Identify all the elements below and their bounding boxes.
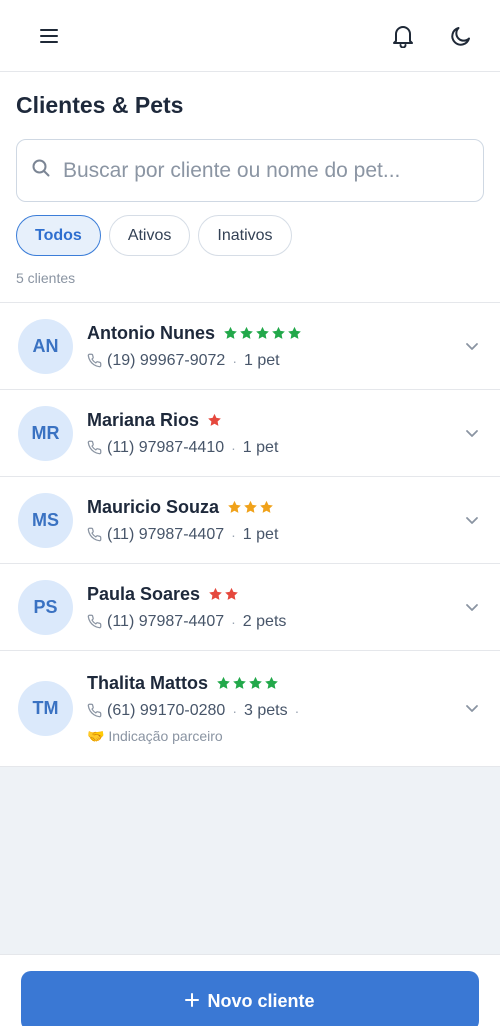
avatar: MR <box>18 405 73 461</box>
pet-count: 2 pets <box>242 612 287 630</box>
list-header: Clientes & Pets Todos Ativos Inativos 5 … <box>0 72 500 303</box>
phone-icon <box>87 614 102 629</box>
page-title: Clientes & Pets <box>16 92 184 118</box>
client-row[interactable]: MR Mariana Rios (11) 97987-4410 · 1 pet <box>0 390 500 477</box>
app: Clientes & Pets Todos Ativos Inativos 5 … <box>0 0 500 1026</box>
star-icon <box>288 326 301 339</box>
pet-count: 1 pet <box>242 525 279 543</box>
pet-count: 1 pet <box>242 438 279 456</box>
search-icon <box>31 158 51 183</box>
new-client-button[interactable]: Novo cliente <box>21 971 479 1026</box>
star-icon <box>260 500 273 513</box>
client-phone: (11) 97987-4410 <box>107 438 225 456</box>
bottom-bar: Novo cliente <box>0 954 500 1026</box>
star-icon <box>224 326 237 339</box>
client-row[interactable]: MS Mauricio Souza (11) 97987-4407 · 1 pe… <box>0 477 500 564</box>
separator-dot: · <box>232 702 237 719</box>
client-phone: (11) 97987-4407 <box>107 525 225 543</box>
chevron-down-icon[interactable] <box>460 342 484 351</box>
separator-dot: · <box>294 702 300 719</box>
phone-icon <box>87 353 102 368</box>
rating-stars <box>223 326 302 340</box>
pet-count: 3 pets <box>243 701 288 719</box>
top-actions <box>388 21 476 51</box>
star-icon <box>265 676 278 689</box>
client-list: AN Antonio Nunes (19) 99967-9072 · 1 pet… <box>0 303 500 767</box>
search-input[interactable] <box>63 158 469 183</box>
separator-dot: · <box>232 352 237 369</box>
chevron-down-icon[interactable] <box>460 603 484 612</box>
chevron-down-icon[interactable] <box>460 704 484 713</box>
filter-chips: Todos Ativos Inativos <box>16 215 484 256</box>
phone-icon <box>87 440 102 455</box>
client-count: 5 clientes <box>16 270 76 286</box>
separator-dot: · <box>231 613 236 630</box>
avatar: TM <box>18 681 73 736</box>
search-box[interactable] <box>16 139 484 202</box>
rating-stars <box>208 587 239 601</box>
bell-icon[interactable] <box>388 21 418 51</box>
client-name: Mariana Rios <box>87 409 200 430</box>
new-client-label: Novo cliente <box>207 990 315 1011</box>
client-name: Thalita Mattos <box>87 672 209 693</box>
star-icon <box>208 413 221 426</box>
rating-stars <box>227 500 274 514</box>
star-icon <box>256 326 269 339</box>
star-icon <box>228 500 241 513</box>
avatar: AN <box>18 318 73 374</box>
plus-icon <box>185 991 200 1012</box>
moon-icon[interactable] <box>446 21 476 51</box>
star-icon <box>209 587 222 600</box>
filter-active[interactable]: Ativos <box>108 215 191 256</box>
pet-count: 1 pet <box>243 351 280 369</box>
rating-stars <box>207 413 222 427</box>
star-icon <box>233 676 246 689</box>
separator-dot: · <box>231 439 236 456</box>
filter-inactive[interactable]: Inativos <box>198 215 292 256</box>
client-phone: (61) 99170-0280 <box>107 701 226 719</box>
star-icon <box>249 676 262 689</box>
menu-icon[interactable] <box>34 21 64 51</box>
chevron-down-icon[interactable] <box>460 429 484 438</box>
star-icon <box>225 587 238 600</box>
client-row[interactable]: TM Thalita Mattos (61) 99170-0280 · 3 pe… <box>0 651 500 767</box>
avatar: PS <box>18 579 73 635</box>
rating-stars <box>216 676 279 690</box>
client-name: Paula Soares <box>87 583 201 604</box>
star-icon <box>217 676 230 689</box>
phone-icon <box>87 703 102 718</box>
client-phone: (19) 99967-9072 <box>107 351 226 369</box>
separator-dot: · <box>231 526 236 543</box>
client-row[interactable]: AN Antonio Nunes (19) 99967-9072 · 1 pet <box>0 303 500 390</box>
filter-all[interactable]: Todos <box>16 215 101 256</box>
avatar: MS <box>18 492 73 548</box>
client-row[interactable]: PS Paula Soares (11) 97987-4407 · 2 pets <box>0 564 500 651</box>
client-name: Antonio Nunes <box>87 322 215 343</box>
client-phone: (11) 97987-4407 <box>107 612 225 630</box>
top-bar <box>0 0 500 72</box>
referral-note: 🤝 Indicação parceiro <box>87 727 223 744</box>
chevron-down-icon[interactable] <box>460 516 484 525</box>
star-icon <box>240 326 253 339</box>
client-name: Mauricio Souza <box>87 496 220 517</box>
phone-icon <box>87 527 102 542</box>
star-icon <box>272 326 285 339</box>
star-icon <box>244 500 257 513</box>
